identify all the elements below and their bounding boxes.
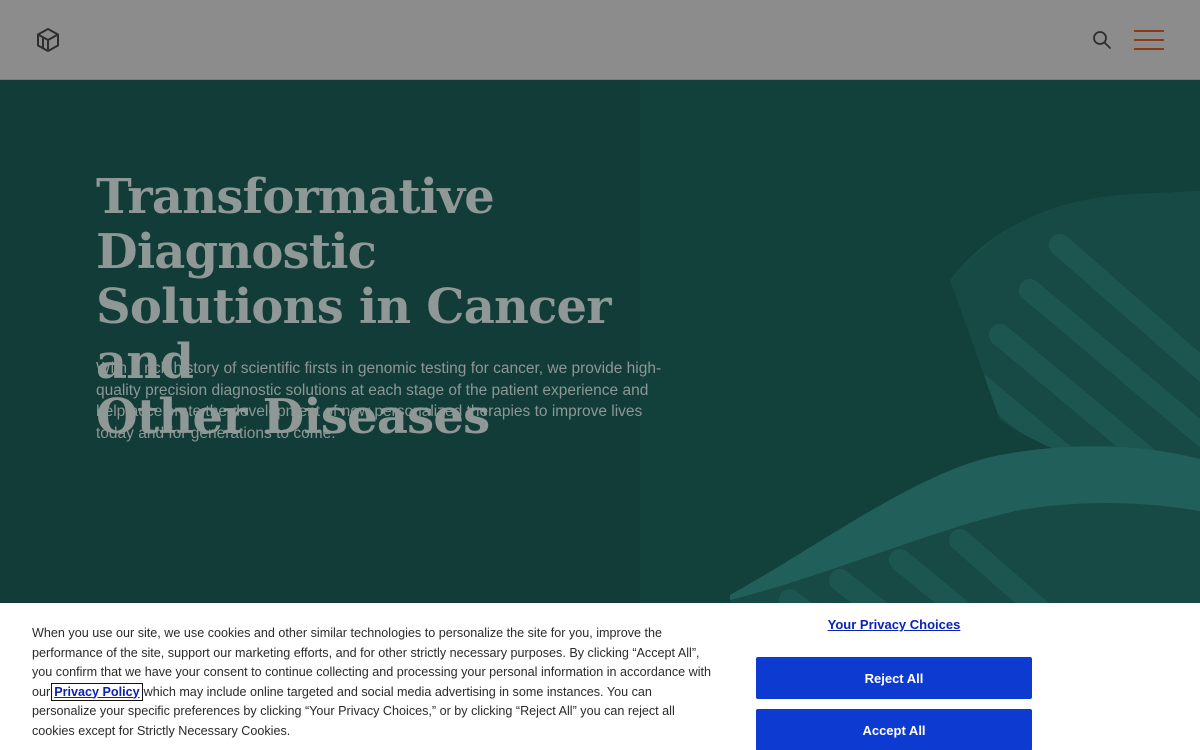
privacy-choices-link[interactable]: Your Privacy Choices <box>756 617 1032 632</box>
cookie-notice-text: When you use our site, we use cookies an… <box>32 624 712 741</box>
menu-line <box>1134 39 1164 41</box>
cube-logo-icon[interactable] <box>34 26 62 54</box>
menu-line <box>1134 30 1164 32</box>
hero-description: With a rich history of scientific firsts… <box>96 360 662 443</box>
cookie-banner: When you use our site, we use cookies an… <box>0 603 1200 750</box>
privacy-policy-link[interactable]: Privacy Policy <box>51 682 143 701</box>
accept-all-button[interactable]: Accept All <box>756 709 1032 750</box>
hamburger-menu-icon[interactable] <box>1134 28 1166 52</box>
hero-title-line: Transformative Diagnostic <box>96 169 495 280</box>
menu-line <box>1134 48 1164 50</box>
site-header <box>0 0 1200 80</box>
search-icon[interactable] <box>1090 28 1114 52</box>
reject-all-button[interactable]: Reject All <box>756 657 1032 699</box>
